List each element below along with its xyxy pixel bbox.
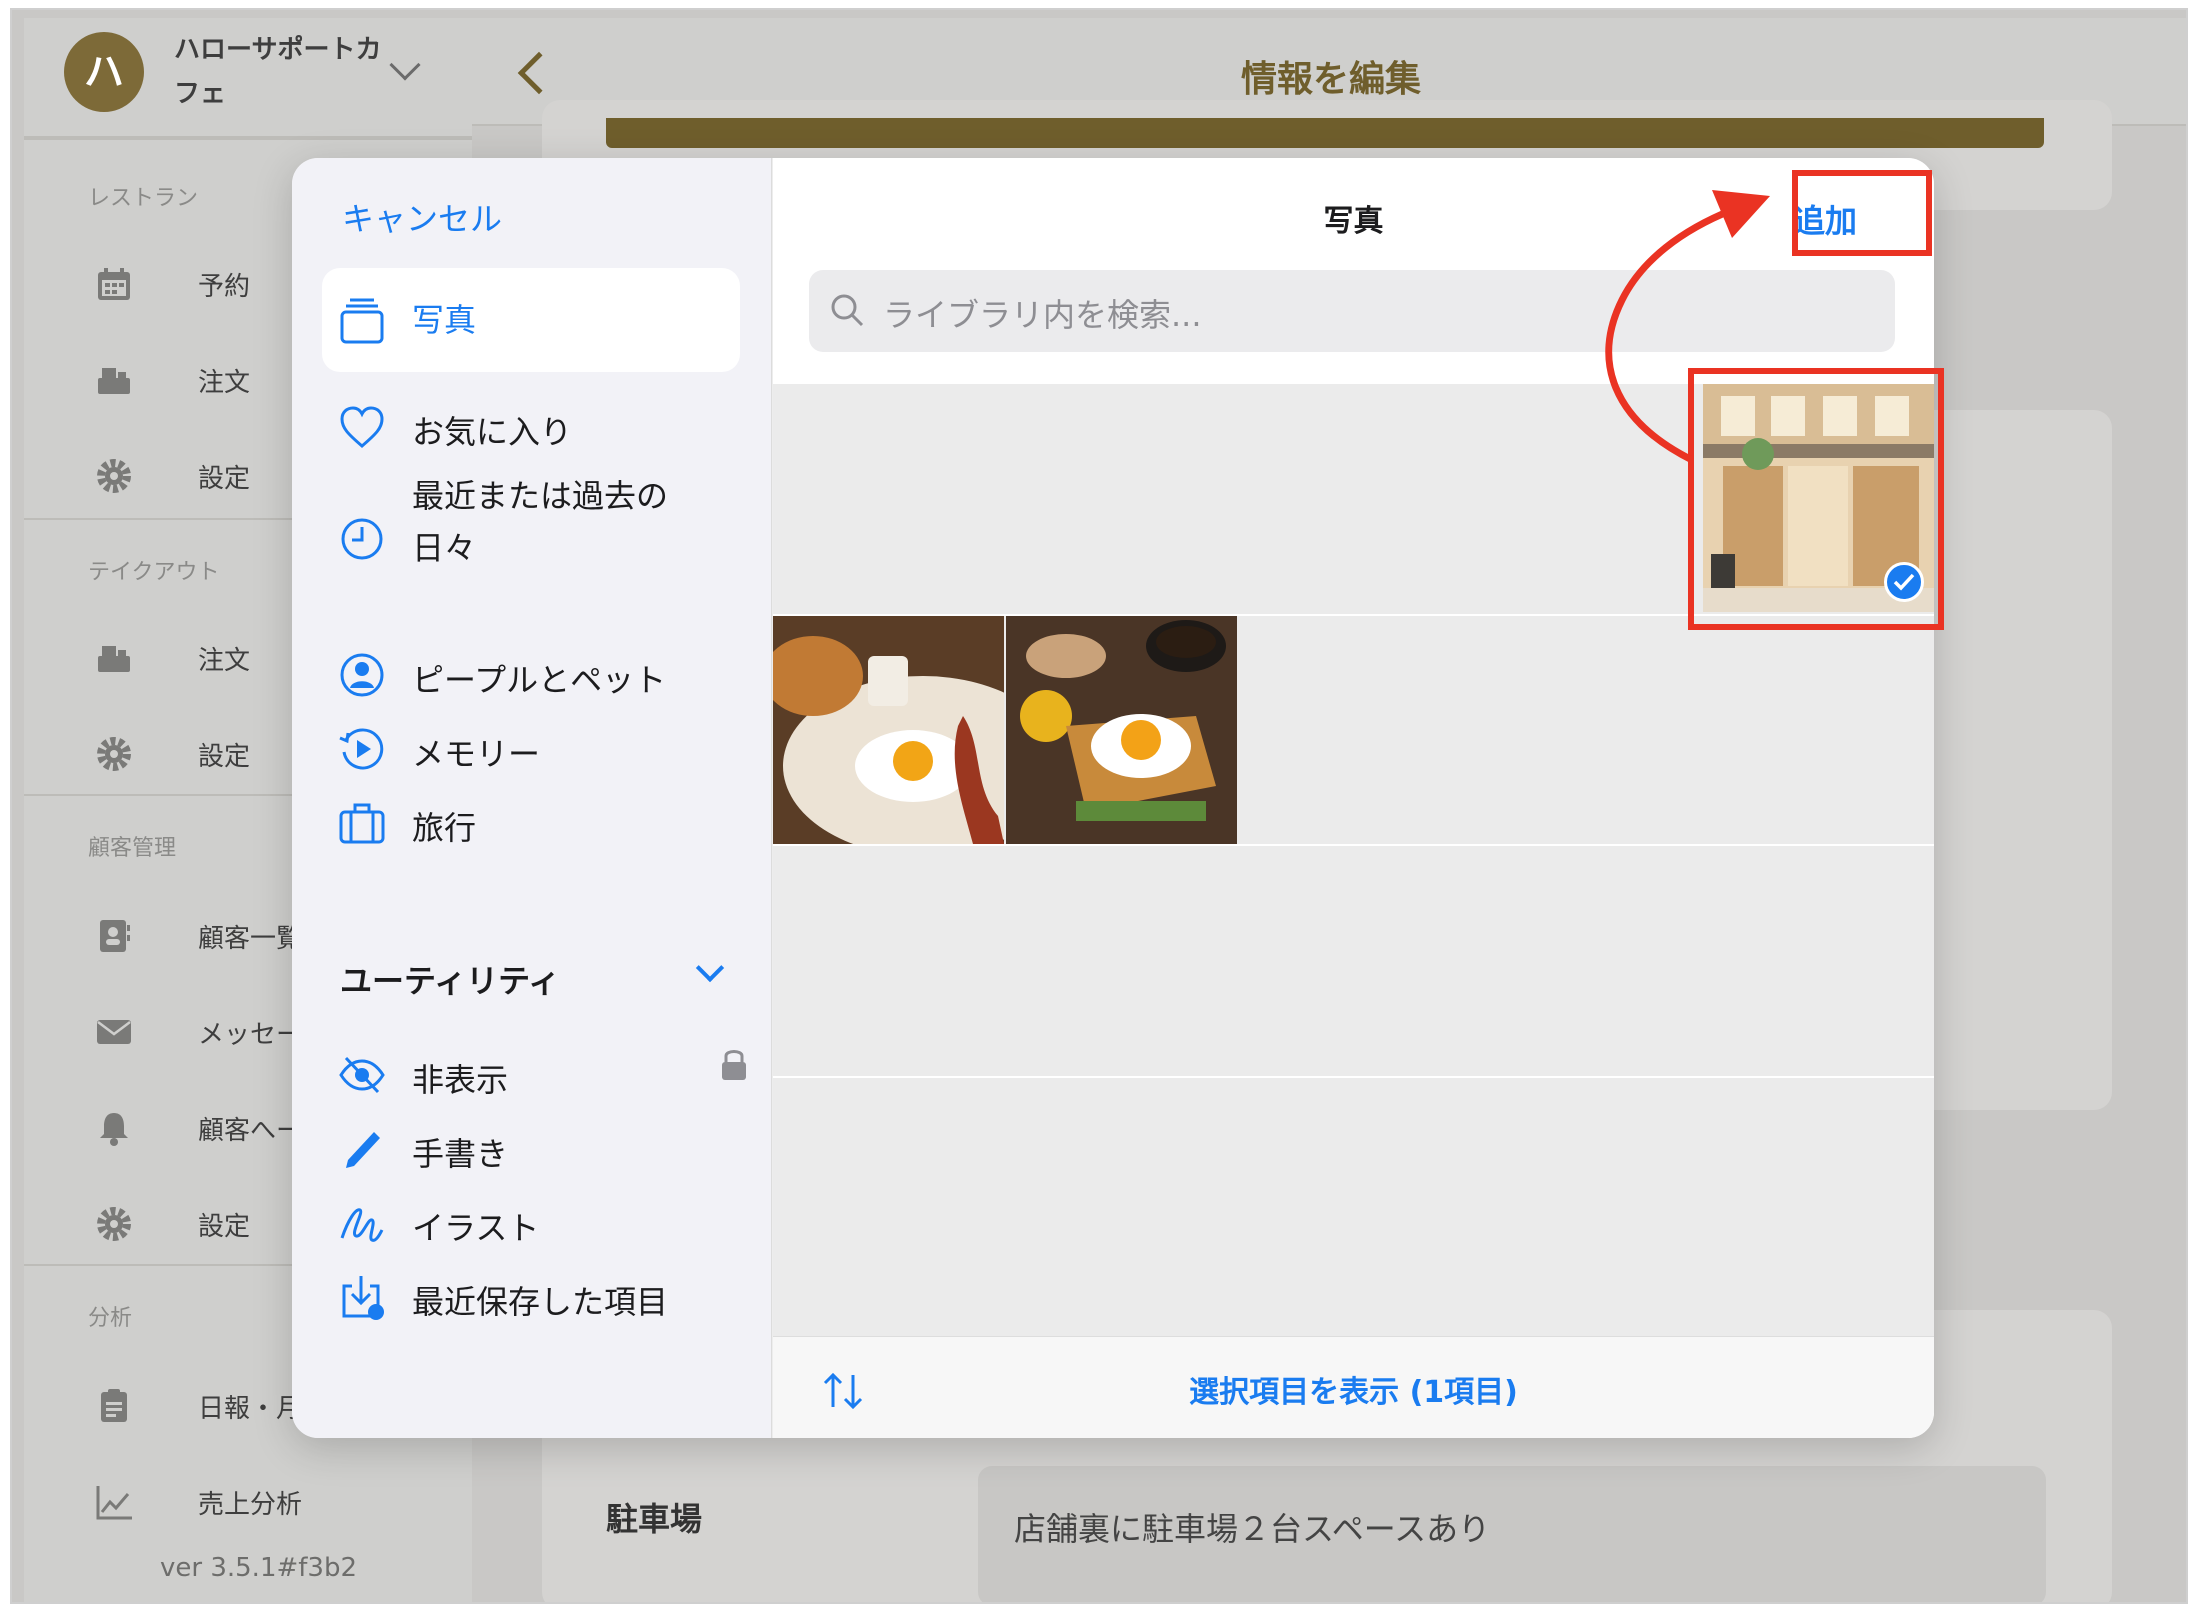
cancel-button[interactable]: キャンセル bbox=[342, 194, 502, 240]
picker-item-label: 最近保存した項目 bbox=[412, 1283, 669, 1321]
nav-label: 顧客へー bbox=[198, 1116, 303, 1146]
person-circle-icon bbox=[340, 653, 384, 697]
lock-icon bbox=[722, 1050, 746, 1080]
picker-item-recent-days[interactable]: 最近または過去の日々 bbox=[322, 458, 740, 618]
grid-divider bbox=[773, 844, 1934, 846]
screenshot-frame: ハ ハローサポートカフェ レストラン 予約 注文 設定 テイクアウト 注文 設定… bbox=[10, 8, 2188, 1604]
annotation-arrow-icon bbox=[1605, 190, 1770, 464]
photo-thumbnail[interactable] bbox=[1006, 616, 1237, 844]
olive-banner bbox=[606, 118, 2044, 148]
egg-toast-photo bbox=[1006, 616, 1237, 844]
nav-label: 注文 bbox=[198, 368, 251, 398]
download-tray-icon bbox=[342, 1276, 384, 1320]
picker-bottom-bar: 選択項目を表示 (1項目) bbox=[773, 1336, 1934, 1438]
breakfast-plate-photo bbox=[773, 616, 1004, 844]
nav-label: 設定 bbox=[198, 742, 251, 772]
bell-icon bbox=[100, 1113, 128, 1146]
gear-icon bbox=[97, 737, 131, 771]
picker-item-label: 最近または過去の日々 bbox=[412, 477, 669, 567]
shop-avatar: ハ bbox=[64, 32, 144, 112]
nav-label: メッセー bbox=[198, 1020, 303, 1050]
chevron-down-icon bbox=[389, 49, 421, 81]
picker-item-label: 写真 bbox=[412, 301, 477, 339]
picker-item-recently-saved[interactable]: 最近保存した項目 bbox=[322, 1244, 740, 1348]
annotation-highlight-add bbox=[1792, 170, 1932, 256]
picker-item-label: 旅行 bbox=[412, 809, 477, 847]
order-tray-icon bbox=[98, 646, 130, 672]
search-placeholder: ライブラリ内を検索... bbox=[883, 296, 1202, 334]
suitcase-icon bbox=[339, 803, 385, 844]
section-restaurant: レストラン bbox=[24, 138, 472, 211]
grid-divider bbox=[773, 1076, 1934, 1078]
contact-card-icon bbox=[100, 920, 130, 952]
clipboard-icon bbox=[101, 1389, 127, 1422]
show-selected-button[interactable]: 選択項目を表示 (1項目) bbox=[773, 1367, 1934, 1411]
photo-thumbnail[interactable] bbox=[773, 616, 1004, 844]
envelope-icon bbox=[97, 1020, 131, 1044]
gear-icon bbox=[97, 1207, 131, 1241]
shop-switcher[interactable]: ハ ハローサポートカフェ bbox=[24, 18, 472, 138]
nav-label: 設定 bbox=[198, 464, 251, 494]
calendar-icon bbox=[98, 268, 130, 300]
nav-label: 顧客一覧 bbox=[198, 924, 303, 954]
parking-label: 駐車場 bbox=[606, 1500, 703, 1538]
section-title: レストラン bbox=[88, 186, 199, 211]
picker-item-label: お気に入り bbox=[412, 413, 573, 451]
clock-icon bbox=[341, 518, 383, 560]
heart-icon bbox=[340, 406, 384, 448]
nav-label: 売上分析 bbox=[198, 1490, 303, 1520]
chevron-down-icon[interactable] bbox=[695, 953, 725, 983]
pen-icon bbox=[346, 1132, 380, 1168]
section-title: 顧客管理 bbox=[88, 836, 177, 861]
picker-sidebar: キャンセル 写真 お気に入り 最近または過去の日々 ピープルとペット メモリー bbox=[292, 158, 772, 1438]
version-label: ver 3.5.1#f3b2 bbox=[160, 1553, 358, 1583]
section-title: テイクアウト bbox=[88, 560, 220, 585]
line-chart-icon bbox=[96, 1486, 132, 1520]
picker-item-trips[interactable]: 旅行 bbox=[322, 770, 740, 874]
shop-name: ハローサポートカフェ bbox=[174, 35, 382, 109]
scribble-icon bbox=[340, 1208, 384, 1242]
memories-play-icon bbox=[339, 728, 384, 770]
picker-item-photos[interactable]: 写真 bbox=[322, 268, 740, 372]
order-tray-icon bbox=[98, 368, 130, 394]
eye-slash-icon bbox=[339, 1056, 385, 1094]
nav-label: 設定 bbox=[198, 1212, 251, 1242]
nav-label: 予約 bbox=[198, 272, 251, 302]
nav-label: 日報・月 bbox=[198, 1394, 303, 1424]
utilities-header[interactable]: ユーティリティ bbox=[340, 956, 560, 1002]
section-title: 分析 bbox=[88, 1306, 133, 1331]
parking-field[interactable]: 店舗裏に駐車場２台スペースあり bbox=[978, 1466, 2046, 1602]
photo-stack-icon bbox=[340, 298, 384, 344]
parking-value: 店舗裏に駐車場２台スペースあり bbox=[1014, 1510, 1491, 1548]
gear-icon bbox=[97, 459, 131, 493]
nav-label: 注文 bbox=[198, 646, 251, 676]
search-icon bbox=[831, 294, 864, 327]
page-title: 情報を編集 bbox=[1240, 59, 1421, 100]
